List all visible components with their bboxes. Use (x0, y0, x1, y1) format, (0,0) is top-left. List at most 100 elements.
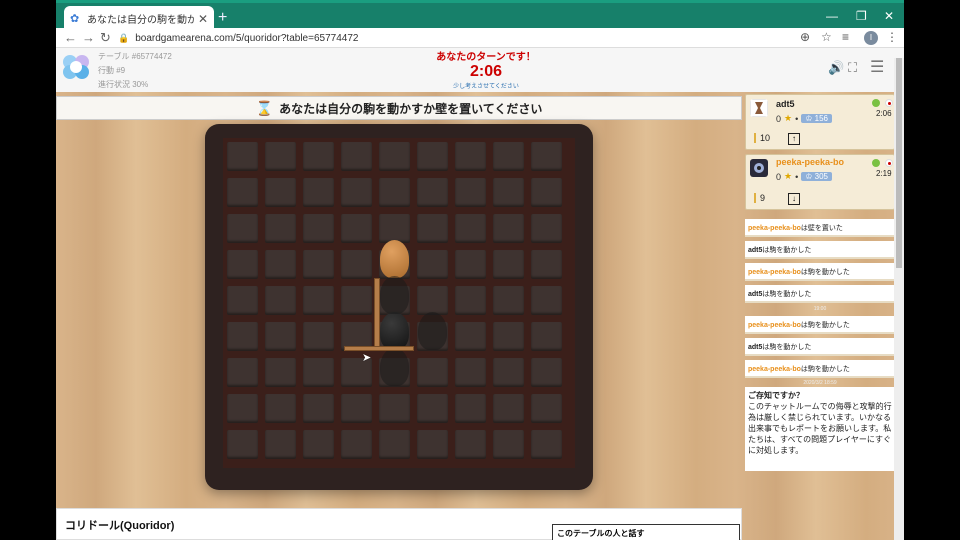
board-cell[interactable] (493, 430, 524, 459)
back-icon[interactable]: ← (64, 30, 77, 45)
board-cell[interactable] (379, 178, 410, 207)
board-cell[interactable] (493, 250, 524, 279)
board-cell[interactable] (379, 142, 410, 171)
close-window-icon[interactable]: ✕ (884, 9, 894, 23)
board-cell[interactable] (417, 286, 448, 315)
menu-dots-icon[interactable]: ⋮ (886, 30, 898, 44)
player-pawn[interactable] (380, 312, 409, 350)
board-cell[interactable] (531, 250, 562, 279)
log-player[interactable]: peeka-peeka-bo (748, 225, 801, 232)
board-cell[interactable] (455, 214, 486, 243)
board-cell[interactable] (227, 430, 258, 459)
sound-icon[interactable]: 🔊 (828, 60, 844, 76)
board-cell[interactable] (531, 214, 562, 243)
board-cell[interactable] (455, 430, 486, 459)
page-scrollbar[interactable] (894, 58, 904, 540)
board-cell[interactable] (493, 322, 524, 351)
board-cell[interactable] (265, 430, 296, 459)
board-cell[interactable] (493, 358, 524, 387)
board-cell[interactable] (265, 286, 296, 315)
board-cell[interactable] (303, 430, 334, 459)
location-icon[interactable]: ⊕ (800, 30, 810, 44)
think-link[interactable]: 少し考えさせてください (416, 81, 556, 90)
board-cell[interactable] (227, 178, 258, 207)
forward-icon[interactable]: → (82, 30, 95, 45)
possible-move-marker[interactable] (418, 312, 447, 350)
board-cell[interactable] (227, 358, 258, 387)
possible-move-marker[interactable] (380, 348, 409, 386)
board-cell[interactable] (493, 394, 524, 423)
board-cell[interactable] (417, 394, 448, 423)
board-cell[interactable] (341, 430, 372, 459)
table-chat-header[interactable]: このテーブルの人と話す (552, 524, 740, 540)
board-cell[interactable] (455, 178, 486, 207)
hamburger-menu-icon[interactable]: ☰ (870, 57, 884, 77)
board-cell[interactable] (303, 286, 334, 315)
maximize-icon[interactable]: ❐ (856, 9, 867, 23)
board-cell[interactable] (303, 142, 334, 171)
board-cell[interactable] (531, 178, 562, 207)
board-cell[interactable] (455, 286, 486, 315)
board-cell[interactable] (493, 178, 524, 207)
board-cell[interactable] (265, 358, 296, 387)
board-cell[interactable] (227, 142, 258, 171)
playlist-icon[interactable]: ≡ (842, 30, 849, 44)
board-cell[interactable] (379, 214, 410, 243)
board-cell[interactable] (341, 178, 372, 207)
board-cell[interactable] (531, 142, 562, 171)
board-cell[interactable] (303, 322, 334, 351)
board-cell[interactable] (455, 394, 486, 423)
player-card-adt5[interactable]: adt5 0 ★ • ♔ 156 2:06 10 ↑ (745, 94, 895, 150)
log-player[interactable]: peeka-peeka-bo (748, 366, 801, 373)
board-cell[interactable] (493, 142, 524, 171)
board-cell[interactable] (265, 322, 296, 351)
bga-logo[interactable] (60, 52, 92, 80)
board-cell[interactable] (227, 322, 258, 351)
board-cell[interactable] (227, 394, 258, 423)
minimize-icon[interactable]: — (826, 9, 838, 23)
log-player[interactable]: peeka-peeka-bo (748, 322, 801, 329)
board-cell[interactable] (265, 214, 296, 243)
board-cell[interactable] (265, 394, 296, 423)
log-player[interactable]: adt5 (748, 344, 762, 351)
board-cell[interactable] (417, 430, 448, 459)
log-player[interactable]: peeka-peeka-bo (748, 269, 801, 276)
board-cell[interactable] (227, 214, 258, 243)
board-cell[interactable] (227, 250, 258, 279)
board-cell[interactable] (265, 250, 296, 279)
board-cell[interactable] (531, 286, 562, 315)
board-cell[interactable] (303, 250, 334, 279)
board-cell[interactable] (417, 142, 448, 171)
board-cell[interactable] (303, 358, 334, 387)
board-cell[interactable] (227, 286, 258, 315)
board-cell[interactable] (265, 142, 296, 171)
board-cell[interactable] (303, 178, 334, 207)
board-cell[interactable] (303, 214, 334, 243)
player-name[interactable]: adt5 (776, 99, 795, 109)
board-cell[interactable] (379, 430, 410, 459)
board-cell[interactable] (417, 178, 448, 207)
board-cell[interactable] (455, 250, 486, 279)
board-cell[interactable] (303, 394, 334, 423)
fullscreen-icon[interactable]: ⛶ (848, 60, 857, 76)
board-cell[interactable] (341, 250, 372, 279)
close-tab-icon[interactable]: ✕ (198, 12, 208, 26)
player-card-peeka-peeka-bo[interactable]: peeka-peeka-bo 0 ★ • ♔ 305 2:19 9 ↓ (745, 154, 895, 210)
scrollbar-thumb[interactable] (896, 58, 902, 268)
bookmark-star-icon[interactable]: ☆ (821, 30, 832, 44)
board-cell[interactable] (531, 358, 562, 387)
board-cell[interactable] (493, 286, 524, 315)
opponent-pawn[interactable] (380, 240, 409, 278)
possible-move-marker[interactable] (380, 276, 409, 314)
board-cell[interactable] (341, 214, 372, 243)
board-cell[interactable] (417, 358, 448, 387)
player-name[interactable]: peeka-peeka-bo (776, 157, 844, 167)
profile-avatar[interactable]: I (864, 31, 878, 45)
board-cell[interactable] (341, 286, 372, 315)
board-cell[interactable] (265, 178, 296, 207)
board-cell[interactable] (493, 214, 524, 243)
board-cell[interactable] (531, 394, 562, 423)
board-cell[interactable] (531, 322, 562, 351)
board-cell[interactable] (455, 358, 486, 387)
log-player[interactable]: adt5 (748, 291, 762, 298)
